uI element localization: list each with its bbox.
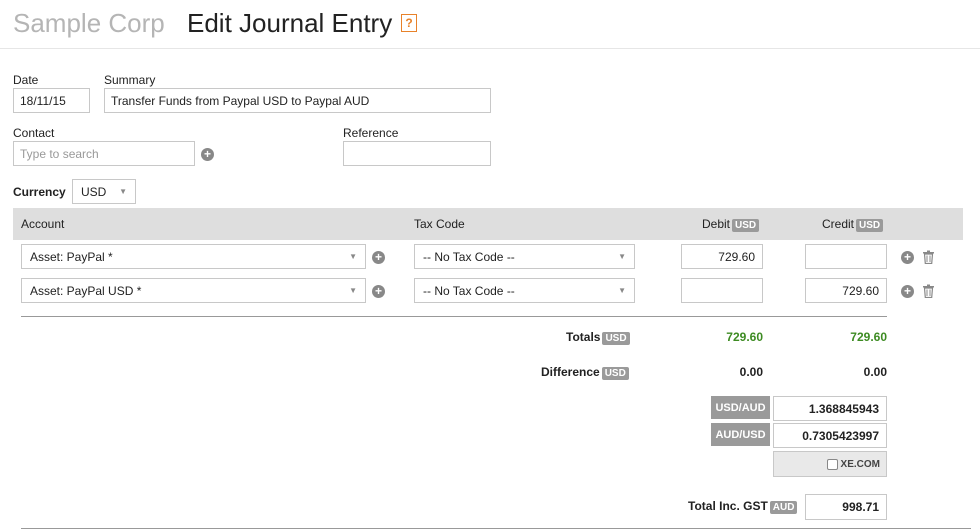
aud-usd-label: AUD/USD <box>711 423 770 446</box>
add-account-plus-icon[interactable]: + <box>372 251 385 264</box>
difference-label-text: Difference <box>541 365 600 379</box>
tax-code-value: -- No Tax Code -- <box>423 283 515 298</box>
reference-label: Reference <box>343 126 399 140</box>
chevron-down-icon: ▼ <box>618 252 626 261</box>
credit-column-header: Credit USD <box>822 217 884 232</box>
totals-label: Totals USD <box>566 330 630 345</box>
chevron-down-icon: ▼ <box>119 187 127 196</box>
chevron-down-icon: ▼ <box>618 286 626 295</box>
usd-aud-rate-field[interactable]: 1.368845943 <box>773 396 887 421</box>
account-value: Asset: PayPal * <box>30 249 113 264</box>
debit-value: 729.60 <box>718 249 755 264</box>
debit-difference: 0.00 <box>739 365 763 379</box>
xe-checkbox[interactable] <box>826 458 838 470</box>
add-account-plus-icon[interactable]: + <box>372 285 385 298</box>
total-gst-value: 998.71 <box>842 500 879 514</box>
add-line-plus-icon[interactable]: + <box>901 285 914 298</box>
aud-usd-rate-field[interactable]: 0.7305423997 <box>773 423 887 448</box>
difference-currency-badge: USD <box>601 367 629 380</box>
currency-value: USD <box>81 184 107 199</box>
contact-placeholder: Type to search <box>20 146 99 161</box>
date-field[interactable]: 18/11/15 <box>13 88 90 113</box>
bottom-divider <box>21 528 971 529</box>
trash-icon[interactable] <box>922 284 935 298</box>
credit-total: 729.60 <box>850 330 887 344</box>
gst-currency-badge: AUD <box>769 501 798 514</box>
summary-label: Summary <box>104 73 156 87</box>
usd-aud-label: USD/AUD <box>711 396 770 419</box>
help-icon[interactable]: ? <box>401 14 417 32</box>
total-gst-label: Total Inc. GST AUD <box>688 499 798 514</box>
debit-currency-badge: USD <box>732 219 760 232</box>
credit-field[interactable]: 729.60 <box>805 278 887 303</box>
debit-field[interactable] <box>681 278 763 303</box>
date-label: Date <box>13 73 39 87</box>
totals-currency-badge: USD <box>602 332 630 345</box>
debit-total: 729.60 <box>726 330 763 344</box>
account-column-header: Account <box>21 217 65 231</box>
credit-header-label: Credit <box>822 217 855 231</box>
contact-search-input[interactable]: Type to search <box>13 141 195 166</box>
total-gst-label-text: Total Inc. GST <box>688 499 768 513</box>
tax-code-column-header: Tax Code <box>414 217 465 231</box>
reference-field[interactable] <box>343 141 491 166</box>
credit-field[interactable] <box>805 244 887 269</box>
currency-select[interactable]: USD ▼ <box>72 179 136 204</box>
tax-code-value: -- No Tax Code -- <box>423 249 515 264</box>
xe-rate-option[interactable]: XE.COM <box>773 451 887 477</box>
totals-label-text: Totals <box>566 330 601 344</box>
date-value: 18/11/15 <box>20 93 66 108</box>
chevron-down-icon: ▼ <box>349 252 357 261</box>
account-select[interactable]: Asset: PayPal USD * ▼ <box>21 278 366 303</box>
table-header <box>13 208 963 240</box>
xe-label: XE.COM <box>840 458 880 470</box>
credit-difference: 0.00 <box>863 365 887 379</box>
currency-label: Currency <box>13 185 66 199</box>
page-title: Edit Journal Entry <box>187 8 393 38</box>
contact-label: Contact <box>13 126 55 140</box>
account-value: Asset: PayPal USD * <box>30 283 142 298</box>
debit-column-header: Debit USD <box>702 217 760 232</box>
account-select[interactable]: Asset: PayPal * ▼ <box>21 244 366 269</box>
add-line-plus-icon[interactable]: + <box>901 251 914 264</box>
difference-label: Difference USD <box>541 365 629 380</box>
usd-aud-rate-value: 1.368845943 <box>808 401 879 416</box>
summary-field[interactable]: Transfer Funds from Paypal USD to Paypal… <box>104 88 491 113</box>
debit-field[interactable]: 729.60 <box>681 244 763 269</box>
trash-icon[interactable] <box>922 250 935 264</box>
credit-value: 729.60 <box>842 283 879 298</box>
tax-code-select[interactable]: -- No Tax Code -- ▼ <box>414 278 635 303</box>
tax-code-select[interactable]: -- No Tax Code -- ▼ <box>414 244 635 269</box>
add-contact-plus-icon[interactable]: + <box>201 148 214 161</box>
total-gst-field[interactable]: 998.71 <box>805 494 887 520</box>
chevron-down-icon: ▼ <box>349 286 357 295</box>
organization-name[interactable]: Sample Corp <box>13 8 165 39</box>
aud-usd-rate-value: 0.7305423997 <box>802 428 879 443</box>
credit-currency-badge: USD <box>856 219 884 232</box>
summary-value: Transfer Funds from Paypal USD to Paypal… <box>111 93 370 108</box>
header-divider <box>0 48 980 49</box>
debit-header-label: Debit <box>702 217 731 231</box>
totals-divider <box>21 316 887 317</box>
